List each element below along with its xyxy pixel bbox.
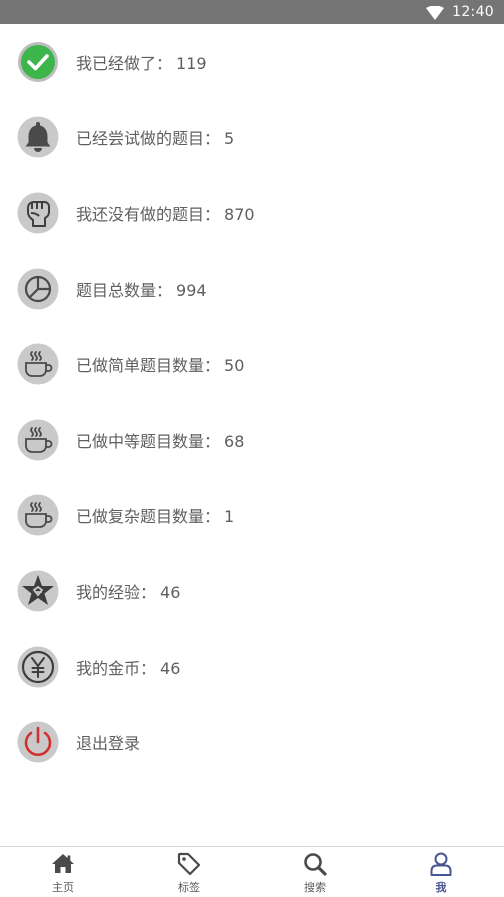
power-icon[interactable] — [17, 721, 59, 763]
tab-search[interactable]: 搜索 — [252, 847, 378, 897]
pie-chart-icon — [17, 268, 59, 310]
stat-value: 870 — [224, 204, 255, 224]
stat-value: 46 — [160, 658, 181, 678]
stat-row-attempted: 已经尝试做的题目： 5 — [0, 100, 504, 176]
stat-row-coins: 我的金币： 46 — [0, 629, 504, 705]
stat-label: 我的金币： 46 — [76, 658, 181, 678]
stat-value: 46 — [160, 582, 181, 602]
stat-label: 题目总数量： 994 — [76, 280, 207, 300]
tab-home[interactable]: 主页 — [0, 847, 126, 897]
stat-label: 已做简单题目数量： 50 — [76, 356, 245, 376]
stat-row-total: 题目总数量： 994 — [0, 251, 504, 327]
stat-label: 已做复杂题目数量： 1 — [76, 507, 235, 527]
stat-row-easy: 已做简单题目数量： 50 — [0, 326, 504, 402]
tab-label: 主页 — [52, 881, 74, 894]
stat-label: 我还没有做的题目： 870 — [76, 204, 255, 224]
check-icon — [17, 41, 59, 83]
stat-value: 50 — [224, 356, 245, 376]
stat-value: 1 — [224, 507, 235, 527]
stat-value: 68 — [224, 431, 245, 451]
coffee-cup-icon — [17, 419, 59, 461]
stat-row-done: 我已经做了： 119 — [0, 24, 504, 100]
search-icon — [304, 853, 327, 876]
stat-value: 5 — [224, 129, 235, 149]
logout-label[interactable]: 退出登录 — [76, 730, 140, 754]
stat-label: 我的经验： 46 — [76, 582, 181, 602]
stat-row-medium: 已做中等题目数量： 68 — [0, 402, 504, 478]
fist-icon — [17, 192, 59, 234]
tab-me[interactable]: 我 — [378, 847, 504, 897]
stat-value: 994 — [176, 280, 207, 300]
tab-label: 搜索 — [304, 881, 326, 894]
stat-label: 已做中等题目数量： 68 — [76, 431, 245, 451]
tab-label: 我 — [435, 881, 447, 894]
status-bar: 12:40 — [0, 0, 504, 24]
tag-icon — [177, 852, 201, 876]
user-icon — [430, 852, 452, 876]
bell-icon — [17, 116, 59, 158]
stat-row-hard: 已做复杂题目数量： 1 — [0, 478, 504, 554]
coffee-cup-icon — [17, 343, 59, 385]
stat-row-experience: 我的经验： 46 — [0, 553, 504, 629]
stat-row-not-done: 我还没有做的题目： 870 — [0, 175, 504, 251]
stat-label: 已经尝试做的题目： 5 — [76, 129, 235, 149]
stats-list: 我已经做了： 119 已经尝试做的题目： 5 我还没有做的题目： 870 题目总数量：… — [0, 24, 504, 780]
tab-tags[interactable]: 标签 — [126, 847, 252, 897]
stat-label: 我已经做了： 119 — [76, 53, 207, 73]
stat-value: 119 — [176, 53, 207, 73]
logout-row[interactable]: 退出登录 — [0, 704, 504, 780]
bottom-tab-bar: 主页 标签 搜索 我 — [0, 846, 504, 897]
coffee-cup-icon — [17, 494, 59, 536]
home-icon — [52, 854, 74, 873]
status-time: 12:40 — [452, 4, 494, 20]
yen-coin-icon — [17, 646, 59, 688]
star-badge-icon — [17, 570, 59, 612]
wifi-icon — [426, 5, 445, 20]
tab-label: 标签 — [178, 881, 200, 894]
